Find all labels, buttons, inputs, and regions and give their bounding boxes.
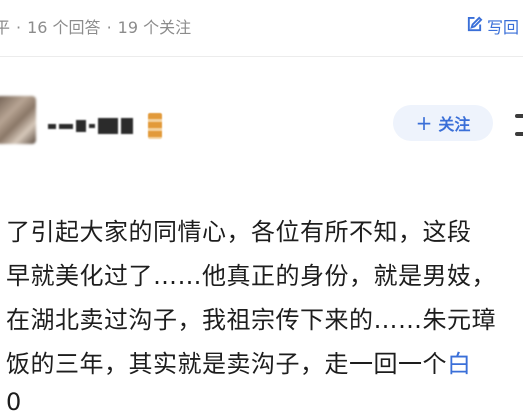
- write-answer-button[interactable]: 写回: [466, 14, 519, 38]
- follower-count[interactable]: 19 个关注: [118, 18, 191, 37]
- header-divider: [0, 56, 523, 57]
- answer-line: 在湖北卖过沟子，我祖宗传下来的……朱元璋: [6, 306, 496, 334]
- write-answer-label: 写回: [487, 18, 520, 37]
- stats-prefix: 平: [0, 18, 11, 37]
- stats-separator: ·: [106, 18, 112, 37]
- answer-line: 饭的三年，其实就是卖沟子，走一回一个白: [6, 344, 472, 379]
- plus-icon: +: [415, 111, 433, 135]
- inline-link[interactable]: 白: [447, 350, 472, 378]
- answer-line: 早就美化过了……他真正的身份，就是男妓，: [6, 262, 496, 290]
- edit-icon: [466, 16, 483, 37]
- answer-line: 了引起大家的同情心，各位有所不知，这段: [6, 218, 472, 246]
- answer-line-text: 饭的三年，其实就是卖沟子，走一回一个: [6, 350, 447, 378]
- answer-count[interactable]: 16 个回答: [27, 18, 100, 37]
- question-stats: 平 · 16 个回答 · 19 个关注: [0, 14, 191, 38]
- follow-button[interactable]: + 关注: [393, 105, 493, 141]
- author-avatar[interactable]: [0, 96, 36, 144]
- follow-label: 关注: [438, 115, 471, 134]
- stats-separator: ·: [16, 18, 22, 37]
- more-menu-icon[interactable]: [515, 114, 523, 136]
- author-badge-icon: [148, 113, 162, 139]
- answer-line-partial: 0: [6, 388, 22, 416]
- author-name-blurred[interactable]: [48, 116, 134, 136]
